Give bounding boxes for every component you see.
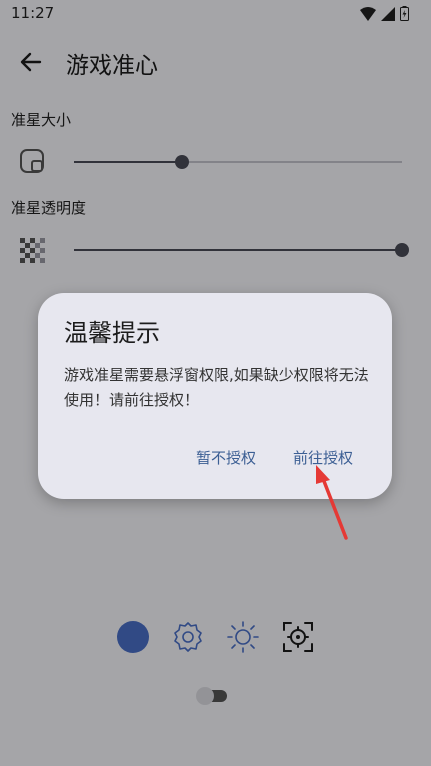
annotation-arrow [316,465,348,540]
screen: 11:27 游戏准心 准星大小 准星透明度 温馨提示 游戏准星需要悬浮窗权限,如… [0,0,431,766]
dialog-title: 温馨提示 [64,319,160,347]
deny-button[interactable]: 暂不授权 [196,447,256,468]
dialog-message: 游戏准星需要悬浮窗权限,如果缺少权限将无法使用！请前往授权！ [64,366,369,409]
